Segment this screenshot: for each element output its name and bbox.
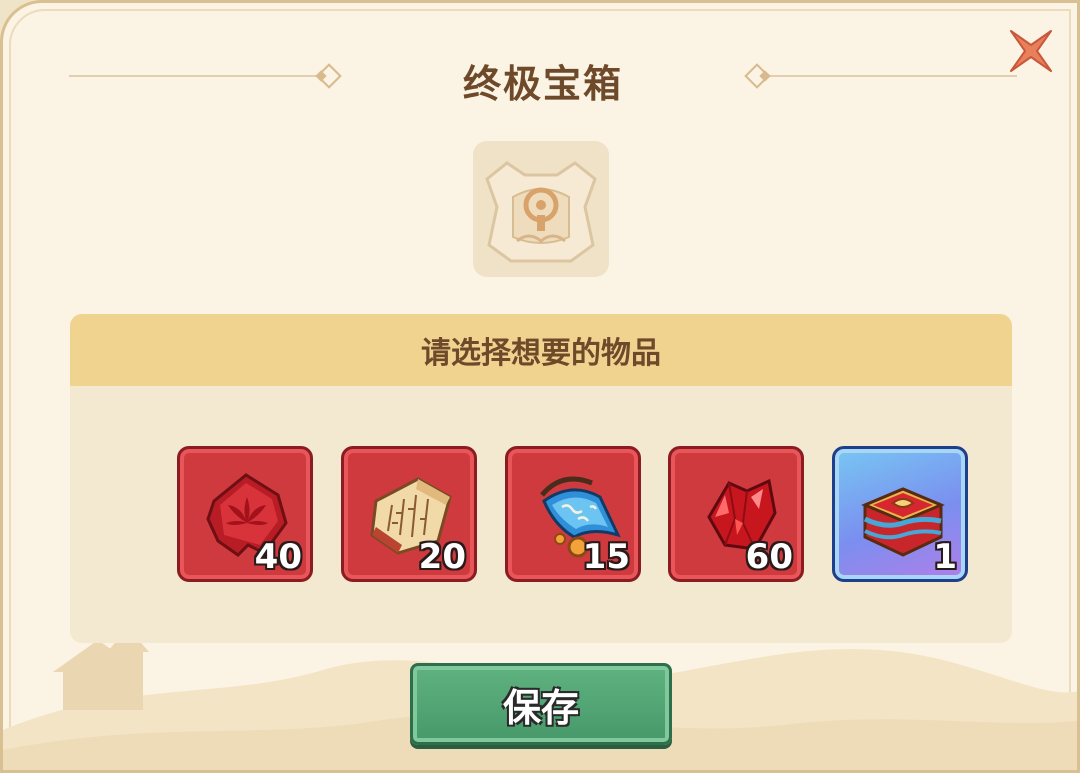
reward-item-1[interactable]: 40 <box>177 446 313 582</box>
chest-preview <box>473 141 609 277</box>
item-count: 20 <box>418 537 466 577</box>
close-icon[interactable] <box>1005 25 1057 77</box>
selection-heading: 请选择想要的物品 <box>70 314 1012 386</box>
save-button[interactable]: 保存 <box>410 663 672 745</box>
item-count: 40 <box>254 537 302 577</box>
ultimate-chest-icon <box>485 161 597 263</box>
reward-item-5[interactable]: 1 <box>832 446 968 582</box>
item-count: 15 <box>582 537 630 577</box>
item-count: 60 <box>745 537 793 577</box>
ultimate-chest-dialog: 终极宝箱 请选择想要的物品 40 20 15 60 1 保存 <box>0 0 1080 773</box>
reward-item-3[interactable]: 15 <box>505 446 641 582</box>
dialog-title: 终极宝箱 <box>462 62 623 106</box>
item-count: 1 <box>933 537 957 577</box>
reward-item-4[interactable]: 60 <box>668 446 804 582</box>
reward-item-2[interactable]: 20 <box>341 446 477 582</box>
